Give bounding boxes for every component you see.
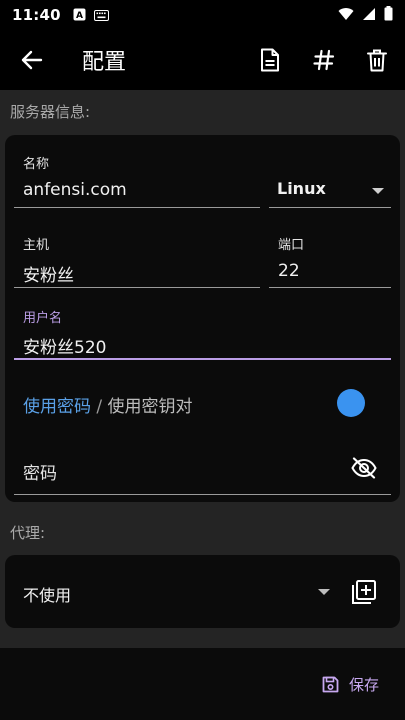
username-label: 用户名 xyxy=(23,311,63,326)
os-underline xyxy=(269,207,391,208)
server-card: 名称 anfensi.com Linux 主机 安粉丝 端口 22 用户名 安粉… xyxy=(5,135,400,502)
a-icon: A xyxy=(73,6,86,25)
chevron-down-icon xyxy=(372,188,384,194)
username-underline xyxy=(14,358,391,360)
proxy-select[interactable]: 不使用 xyxy=(5,555,335,628)
host-underline xyxy=(14,287,260,288)
port-label: 端口 xyxy=(278,238,305,253)
add-box-icon xyxy=(352,580,376,604)
back-button[interactable] xyxy=(18,46,46,74)
auth-option-password[interactable]: 使用密码 xyxy=(23,397,91,417)
visibility-toggle-button[interactable] xyxy=(350,455,378,481)
auth-toggle[interactable] xyxy=(337,389,365,417)
delete-button[interactable] xyxy=(362,45,392,75)
proxy-section-label: 代理: xyxy=(10,524,46,542)
name-field[interactable]: anfensi.com xyxy=(23,180,127,200)
save-button-label: 保存 xyxy=(348,676,379,694)
app-bar: 配置 xyxy=(0,30,405,90)
hash-button[interactable] xyxy=(309,45,339,75)
password-underline xyxy=(14,494,391,495)
host-label: 主机 xyxy=(23,238,50,253)
status-bar: 11:40 A xyxy=(0,0,405,30)
save-button[interactable]: 保存 xyxy=(322,674,379,695)
battery-icon xyxy=(384,5,393,25)
chevron-down-icon xyxy=(318,589,330,595)
password-field[interactable]: 密码 xyxy=(23,459,57,484)
hash-icon xyxy=(313,49,335,71)
server-section-label: 服务器信息: xyxy=(10,103,91,121)
bottom-bar: 保存 xyxy=(0,648,405,720)
floppy-disk-icon xyxy=(322,676,339,693)
host-field[interactable]: 安粉丝 xyxy=(23,261,74,286)
port-underline xyxy=(269,287,391,288)
eye-off-icon xyxy=(351,457,377,479)
status-time: 11:40 xyxy=(12,6,61,24)
document-button[interactable] xyxy=(255,45,285,75)
auth-mode-row: 使用密码 / 使用密钥对 xyxy=(23,392,193,417)
port-field[interactable]: 22 xyxy=(278,261,300,281)
arrow-left-icon xyxy=(21,50,43,70)
name-underline xyxy=(14,207,260,208)
wifi-icon xyxy=(338,6,354,25)
os-select[interactable]: Linux xyxy=(269,175,391,209)
username-field[interactable]: 安粉丝520 xyxy=(23,333,106,358)
svg-text:A: A xyxy=(76,11,83,21)
trash-icon xyxy=(367,49,387,71)
proxy-card: 不使用 xyxy=(5,555,400,628)
name-label: 名称 xyxy=(23,157,50,172)
signal-icon xyxy=(362,6,376,25)
proxy-select-value: 不使用 xyxy=(23,586,72,605)
auth-option-key[interactable]: 使用密钥对 xyxy=(108,397,193,417)
keyboard-icon xyxy=(93,6,109,25)
os-select-value: Linux xyxy=(277,179,326,198)
auth-separator: / xyxy=(91,397,108,417)
add-proxy-button[interactable] xyxy=(349,577,379,607)
page-title: 配置 xyxy=(82,50,127,75)
document-icon xyxy=(261,48,279,72)
